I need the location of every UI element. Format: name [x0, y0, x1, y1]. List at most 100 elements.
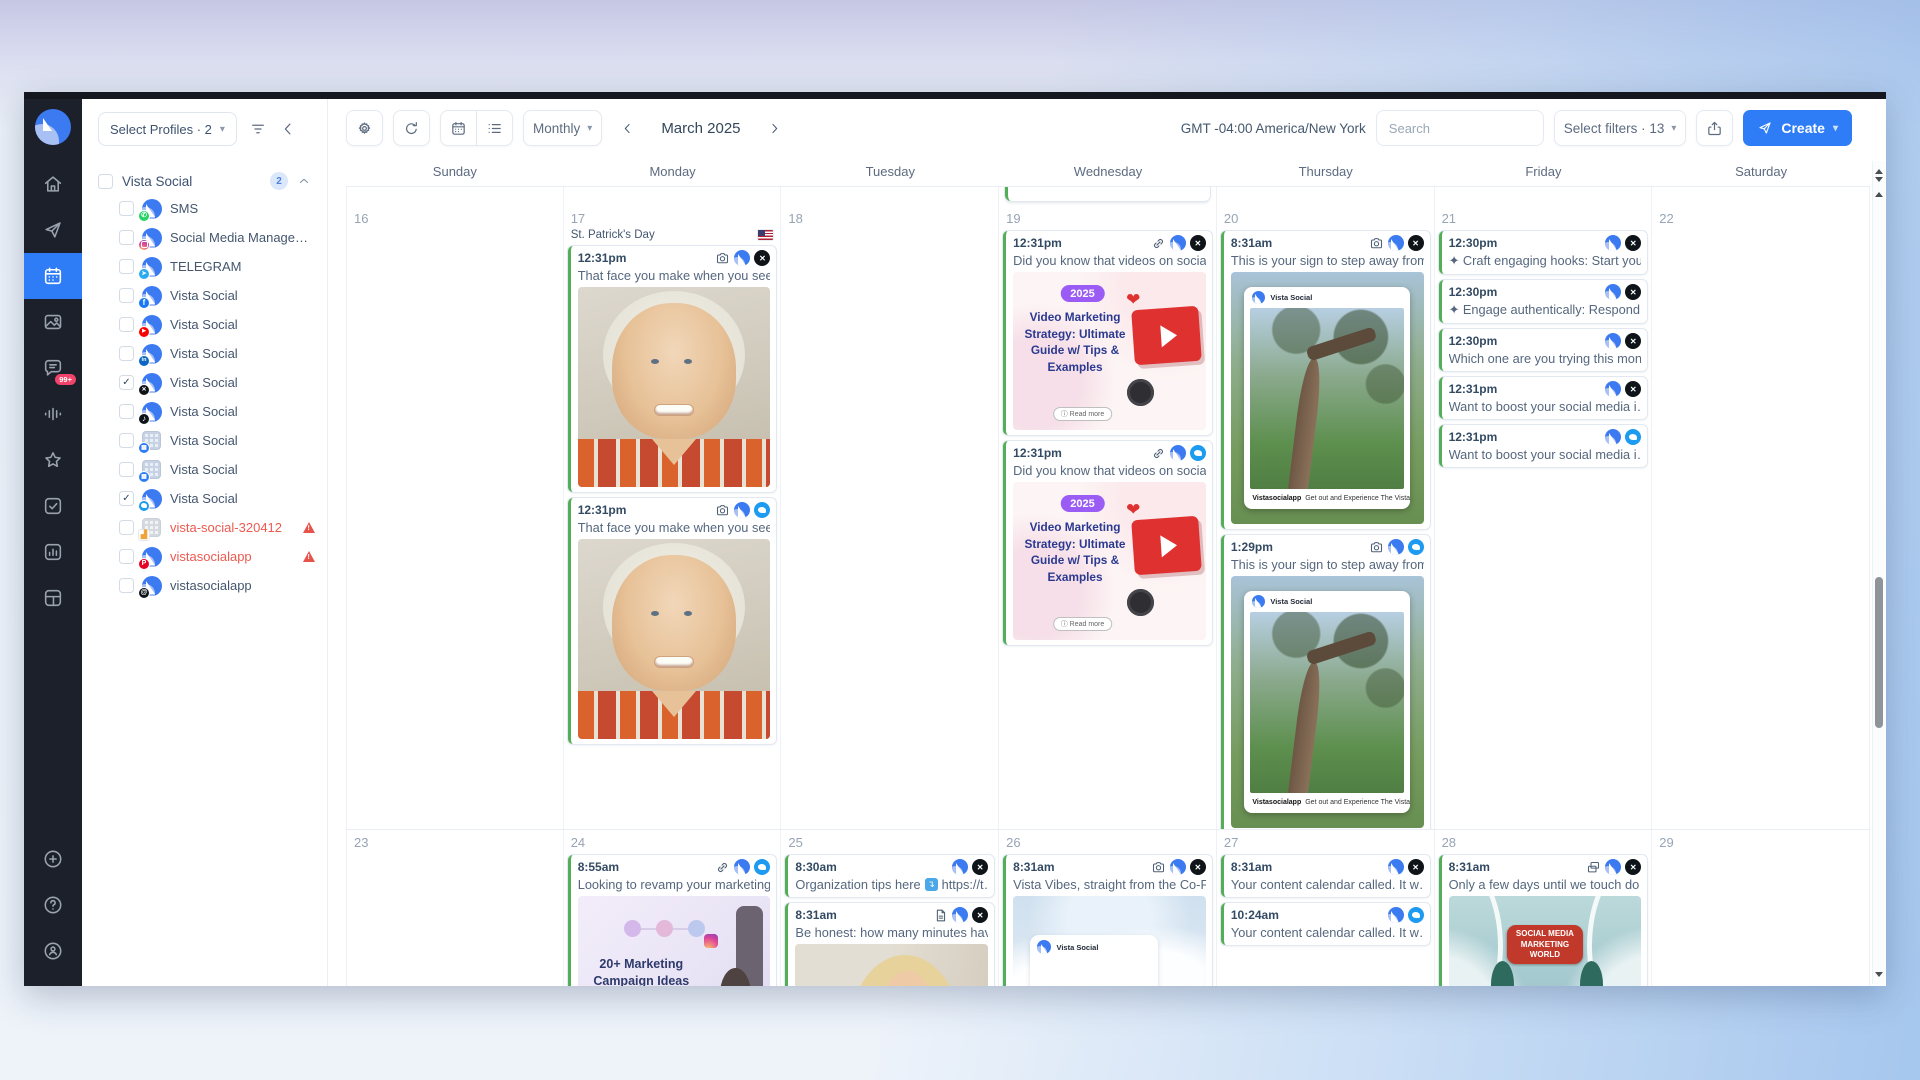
nav-item-help[interactable]	[24, 882, 82, 928]
day-cell-16[interactable]: 16	[346, 206, 564, 829]
profile-row[interactable]: P vistasocialapp !	[82, 542, 327, 571]
list-view-button[interactable]	[477, 110, 513, 146]
day-cell-25[interactable]: 25 8:30am ✕ Organization tips here↴https…	[781, 830, 999, 986]
nav-item-home[interactable]	[24, 161, 82, 207]
view-mode-dropdown[interactable]: Monthly ▾	[523, 110, 602, 146]
event-card[interactable]: 12:31pm That face you make when you see…	[568, 498, 777, 744]
scroll-down-icon[interactable]	[1875, 972, 1883, 981]
profile-row[interactable]: ➤ TELEGRAM	[82, 252, 327, 281]
profile-checkbox[interactable]	[119, 259, 134, 274]
day-cell[interactable]	[999, 187, 1217, 206]
profile-checkbox[interactable]	[119, 462, 134, 477]
day-cell-29[interactable]: 29	[1652, 830, 1870, 986]
nav-item-layout[interactable]	[24, 575, 82, 621]
day-cell-18[interactable]: 18	[781, 206, 999, 829]
profile-row[interactable]: ✓ ✕ Vista Social	[82, 368, 327, 397]
profile-row[interactable]: Social Media Managem...	[82, 223, 327, 252]
chevron-up-icon[interactable]	[297, 174, 311, 188]
export-button[interactable]	[1696, 110, 1733, 146]
event-card[interactable]: 8:31am ✕ This is your sign to step away …	[1221, 231, 1430, 529]
day-cell[interactable]	[1652, 187, 1870, 206]
profiles-filter-icon[interactable]	[249, 120, 267, 138]
event-card[interactable]: 12:31pm ✕ Want to boost your social medi…	[1439, 377, 1648, 419]
profile-group-header[interactable]: Vista Social 2	[82, 168, 327, 194]
profile-checkbox[interactable]	[119, 520, 134, 535]
nav-item-account[interactable]	[24, 928, 82, 974]
event-card[interactable]: 12:31pm Want to boost your social media …	[1439, 425, 1648, 467]
event-card[interactable]: 12:30pm ✕ ✦ Craft engaging hooks: Start …	[1439, 231, 1648, 274]
profile-checkbox[interactable]	[119, 230, 134, 245]
profile-checkbox[interactable]	[119, 549, 134, 564]
profile-checkbox[interactable]	[119, 433, 134, 448]
nav-item-send[interactable]	[24, 207, 82, 253]
event-card[interactable]: 8:31am ✕ Your content calendar called. I…	[1221, 855, 1430, 897]
scroll-up-icon[interactable]	[1875, 165, 1883, 174]
nav-item-waveform[interactable]	[24, 391, 82, 437]
nav-item-plus[interactable]	[24, 836, 82, 882]
profile-checkbox[interactable]	[119, 317, 134, 332]
profile-checkbox[interactable]	[119, 288, 134, 303]
day-cell-19[interactable]: 19 12:31pm ✕ Did you know that videos on…	[999, 206, 1217, 829]
profile-row[interactable]: ✓ Vista Social	[82, 484, 327, 513]
profile-row[interactable]: f Vista Social	[82, 281, 327, 310]
profile-row[interactable]: ▦ Vista Social	[82, 455, 327, 484]
profile-row[interactable]: ▦ Vista Social	[82, 426, 327, 455]
day-cell-24[interactable]: 24 8:55am Looking to revamp your marketi…	[564, 830, 782, 986]
event-card[interactable]: 8:31am ✕ Be honest: how many minutes hav…	[785, 903, 994, 986]
day-cell-20[interactable]: 20 8:31am ✕ This is your sign to step aw…	[1217, 206, 1435, 829]
event-card[interactable]: 8:31am ✕ Vista Vibes, straight from the …	[1003, 855, 1212, 986]
event-card[interactable]: 12:31pm Did you know that videos on soci…	[1003, 441, 1212, 645]
event-card[interactable]: 12:30pm ✕ Which one are you trying this …	[1439, 329, 1648, 371]
create-button[interactable]: Create ▾	[1743, 110, 1852, 146]
nav-item-tasks[interactable]	[24, 483, 82, 529]
calendar-view-button[interactable]	[440, 110, 477, 146]
profile-row[interactable]: ✆ SMS	[82, 194, 327, 223]
day-cell[interactable]	[346, 187, 564, 206]
event-card[interactable]: 12:31pm ✕ Did you know that videos on so…	[1003, 231, 1212, 435]
event-card[interactable]: 10:24am Your content calendar called. It…	[1221, 903, 1430, 945]
collapse-panel-icon[interactable]	[279, 120, 297, 138]
settings-button[interactable]	[346, 110, 383, 146]
event-card[interactable]: 8:31am ✕ Only a few days until we touch …	[1439, 855, 1648, 986]
day-cell-26[interactable]: 26 8:31am ✕ Vista Vibes, straight from t…	[999, 830, 1217, 986]
day-cell[interactable]	[781, 187, 999, 206]
next-month-button[interactable]	[767, 121, 782, 136]
profile-checkbox[interactable]: ✓	[119, 491, 134, 506]
event-card[interactable]: 1:29pm This is your sign to step away fr…	[1221, 535, 1430, 829]
scroll-down-icon[interactable]	[1875, 177, 1883, 186]
day-cell-22[interactable]: 22	[1652, 206, 1870, 829]
scroll-up-icon[interactable]	[1875, 188, 1883, 197]
nav-item-star[interactable]	[24, 437, 82, 483]
select-filters-dropdown[interactable]: Select filters · 13 ▾	[1554, 110, 1687, 146]
event-card[interactable]: 8:30am ✕ Organization tips here↴https://…	[785, 855, 994, 897]
day-cell[interactable]	[1435, 187, 1653, 206]
day-cell-17[interactable]: 17 St. Patrick's Day 12:31pm ✕ That face…	[564, 206, 782, 829]
profile-row[interactable]: @ vistasocialapp	[82, 571, 327, 600]
refresh-button[interactable]	[393, 110, 430, 146]
select-profiles-dropdown[interactable]: Select Profiles · 2 ▾	[98, 112, 237, 146]
nav-item-comments[interactable]: 99+	[24, 345, 82, 391]
scrollbar-track[interactable]	[1873, 197, 1885, 972]
day-cell-27[interactable]: 27 8:31am ✕ Your content calendar called…	[1217, 830, 1435, 986]
profile-row[interactable]: ♪ Vista Social	[82, 397, 327, 426]
scrollbar-thumb[interactable]	[1875, 577, 1883, 728]
profile-checkbox[interactable]	[119, 346, 134, 361]
search-input[interactable]	[1376, 110, 1544, 146]
profile-row[interactable]: ▟ vista-social-320412 !	[82, 513, 327, 542]
profile-checkbox[interactable]: ✓	[119, 375, 134, 390]
day-cell[interactable]	[1217, 187, 1435, 206]
event-card[interactable]: 12:30pm ✕ ✦ Engage authentically: Respon…	[1439, 280, 1648, 323]
profile-checkbox[interactable]	[119, 578, 134, 593]
profile-row[interactable]: ▶ Vista Social	[82, 310, 327, 339]
vertical-scrollbar[interactable]	[1872, 161, 1885, 984]
prev-month-button[interactable]	[620, 121, 635, 136]
nav-item-image[interactable]	[24, 299, 82, 345]
nav-item-chart[interactable]	[24, 529, 82, 575]
group-checkbox[interactable]	[98, 174, 113, 189]
day-cell-21[interactable]: 21 12:30pm ✕ ✦ Craft engaging hooks: Sta…	[1435, 206, 1653, 829]
event-card[interactable]: 12:31pm ✕ That face you make when you se…	[568, 246, 777, 492]
nav-item-calendar[interactable]	[24, 253, 82, 299]
profile-checkbox[interactable]	[119, 201, 134, 216]
event-card[interactable]: 8:55am Looking to revamp your marketing……	[568, 855, 777, 986]
profile-row[interactable]: in Vista Social	[82, 339, 327, 368]
